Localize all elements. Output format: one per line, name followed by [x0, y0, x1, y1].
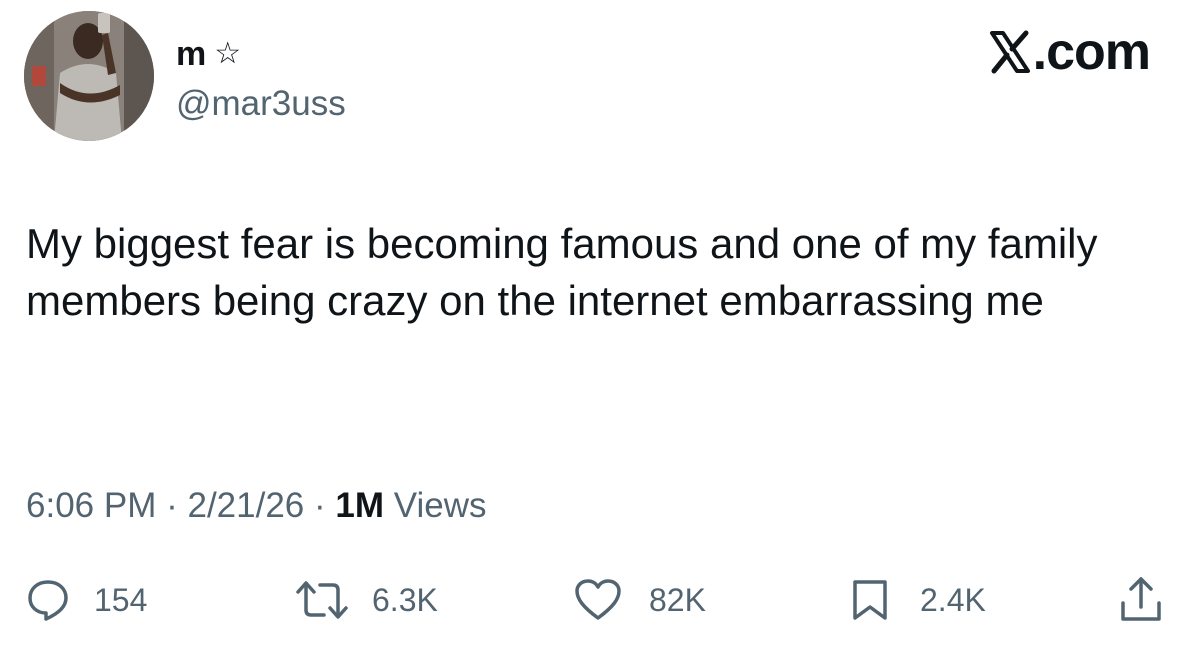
- avatar[interactable]: [24, 11, 154, 141]
- x-logo-icon: [989, 30, 1030, 74]
- meta-separator: ·: [166, 486, 178, 525]
- display-name-text: m: [176, 35, 207, 73]
- brand-domain: .com: [1032, 23, 1151, 81]
- tweet-date[interactable]: 2/21/26: [187, 486, 304, 525]
- avatar-photo: [24, 11, 154, 141]
- reply-button[interactable]: 154: [26, 570, 147, 630]
- bookmark-icon: [853, 580, 887, 620]
- action-bar: 154 6.3K 82K 2.4K: [0, 570, 1200, 630]
- user-handle[interactable]: @mar3uss: [176, 84, 346, 124]
- heart-icon: [575, 579, 621, 620]
- tweet-meta: 6:06 PM · 2/21/26 · 1M Views: [26, 483, 486, 529]
- repost-icon: [296, 581, 348, 619]
- bookmark-count: 2.4K: [920, 581, 986, 618]
- share-icon: [1121, 577, 1161, 621]
- like-button[interactable]: 82K: [573, 570, 706, 630]
- reply-count: 154: [94, 581, 148, 618]
- tweet-text: My biggest fear is becoming famous and o…: [26, 220, 1098, 324]
- reply-icon: [28, 580, 68, 621]
- bookmark-button[interactable]: 2.4K: [850, 570, 986, 630]
- repost-button[interactable]: 6.3K: [292, 570, 438, 630]
- views-count: 1M: [335, 486, 385, 525]
- share-button[interactable]: [1118, 570, 1164, 630]
- like-count: 82K: [649, 581, 706, 618]
- star-outline-icon: ☆: [214, 37, 242, 70]
- brand: .com: [989, 22, 1151, 82]
- meta-separator: ·: [314, 486, 326, 525]
- repost-count: 6.3K: [372, 581, 438, 618]
- display-name[interactable]: m ☆: [176, 34, 241, 74]
- tweet-time[interactable]: 6:06 PM: [26, 486, 156, 525]
- views-label: Views: [393, 486, 487, 525]
